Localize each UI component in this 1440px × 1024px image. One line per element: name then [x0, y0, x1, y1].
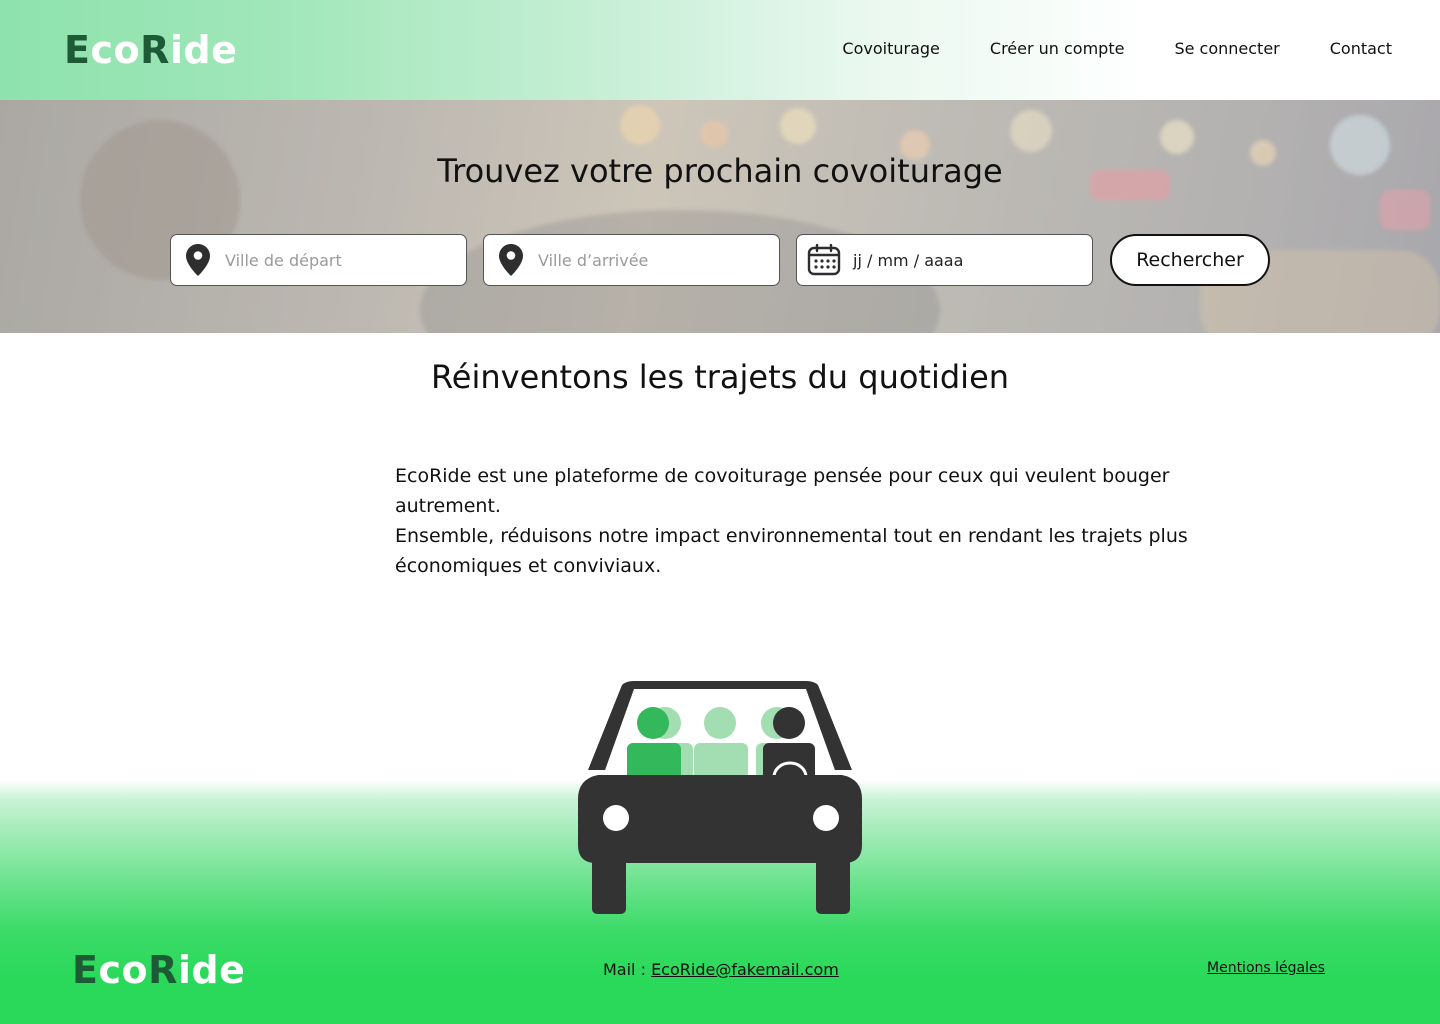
- main-nav: Covoiturage Créer un compte Se connecter…: [792, 39, 1392, 58]
- arrival-field[interactable]: [483, 234, 780, 286]
- nav-login[interactable]: Se connecter: [1174, 39, 1279, 58]
- calendar-icon: [807, 244, 841, 276]
- intro-paragraph-2: Ensemble, réduisons notre impact environ…: [395, 525, 1188, 577]
- search-button[interactable]: Rechercher: [1110, 234, 1270, 286]
- logo-letters-co: co: [98, 948, 149, 992]
- header-logo[interactable]: EcoRide: [64, 28, 237, 72]
- nav-covoiturage[interactable]: Covoiturage: [842, 39, 939, 58]
- map-pin-icon: [498, 244, 524, 276]
- logo-letter-e: E: [72, 948, 99, 992]
- hero-title: Trouvez votre prochain covoiturage: [437, 152, 1003, 190]
- intro-paragraph-1: EcoRide est une plateforme de covoiturag…: [395, 465, 1170, 517]
- intro-text: EcoRide est une plateforme de covoiturag…: [395, 461, 1195, 581]
- mail-link[interactable]: EcoRide@fakemail.com: [651, 960, 839, 979]
- carpool-car-illustration: [570, 675, 870, 920]
- logo-letter-r: R: [148, 948, 178, 992]
- logo-letters-ide: ide: [169, 28, 238, 72]
- logo-letters-co: co: [90, 28, 141, 72]
- date-field[interactable]: jj / mm / aaaa: [796, 234, 1093, 286]
- date-input[interactable]: jj / mm / aaaa: [853, 251, 963, 270]
- departure-field[interactable]: [170, 234, 467, 286]
- intro-title: Réinventons les trajets du quotidien: [430, 358, 1010, 396]
- hero-section: Trouvez votre prochain covoiturage jj / …: [0, 100, 1440, 333]
- nav-contact[interactable]: Contact: [1330, 39, 1392, 58]
- departure-input[interactable]: [225, 250, 455, 270]
- logo-letters-ide: ide: [177, 948, 246, 992]
- logo-letter-r: R: [140, 28, 170, 72]
- footer-logo[interactable]: EcoRide: [72, 948, 245, 992]
- legal-link[interactable]: Mentions légales: [1207, 960, 1325, 976]
- arrival-input[interactable]: [538, 250, 768, 270]
- nav-create-account[interactable]: Créer un compte: [990, 39, 1125, 58]
- footer-mail: Mail : EcoRide@fakemail.com: [603, 960, 839, 979]
- mail-label: Mail :: [603, 960, 652, 979]
- site-header: EcoRide Covoiturage Créer un compte Se c…: [0, 0, 1440, 100]
- map-pin-icon: [185, 244, 211, 276]
- hero-overlay: [0, 100, 1440, 333]
- logo-letter-e: E: [64, 28, 91, 72]
